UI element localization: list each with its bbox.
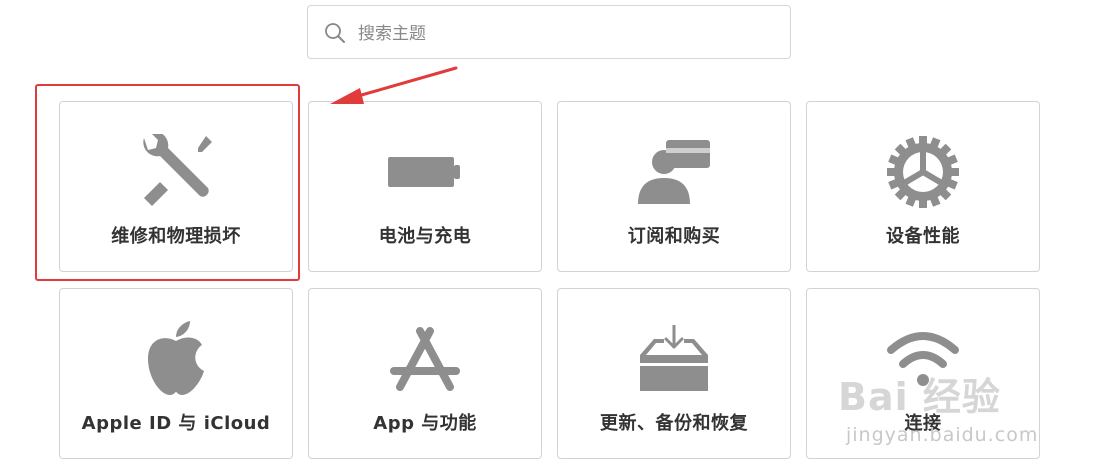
download-tray-icon: [640, 325, 708, 391]
tile-label: 订阅和购买: [627, 226, 721, 247]
tile-label: 设备性能: [886, 226, 960, 247]
person-card-icon: [638, 140, 710, 204]
tile-label: 电池与充电: [378, 226, 472, 247]
search-input[interactable]: [356, 16, 780, 52]
watermark: Bai 经验 jingyan.baidu.com: [838, 362, 1088, 462]
watermark-brand: Bai 经验: [838, 375, 1001, 419]
topic-tile-battery[interactable]: 电池与充电: [308, 101, 542, 272]
topic-tile-backup[interactable]: 更新、备份和恢复: [557, 288, 791, 459]
app-store-icon: [390, 327, 460, 391]
highlight-box: [35, 84, 300, 281]
topic-tile-subscriptions[interactable]: 订阅和购买: [557, 101, 791, 272]
gear-icon: [887, 136, 959, 208]
tile-label: Apple ID 与 iCloud: [81, 413, 271, 434]
topic-tile-performance[interactable]: 设备性能: [806, 101, 1040, 272]
search-icon: [325, 23, 345, 43]
watermark-url: jingyan.baidu.com: [846, 424, 1039, 446]
search-box[interactable]: [307, 5, 791, 59]
battery-icon: [388, 157, 460, 187]
topic-tile-apple-id[interactable]: Apple ID 与 iCloud: [59, 288, 293, 459]
annotation-arrow-icon: [330, 66, 458, 104]
topic-tile-app-features[interactable]: App 与功能: [308, 288, 542, 459]
apple-logo-icon: [148, 321, 204, 395]
tile-label: App 与功能: [373, 413, 477, 434]
tile-label: 更新、备份和恢复: [600, 413, 748, 434]
